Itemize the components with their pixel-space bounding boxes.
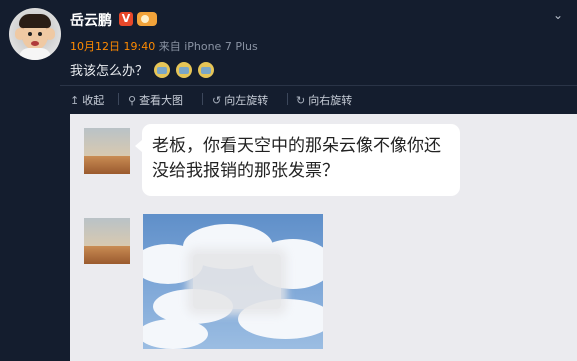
avatar-sky <box>84 128 130 156</box>
collapse-icon: ↥ <box>70 94 80 107</box>
chat-message: 老板，你看天空中的那朵云像不像你还没给我报销的那张发票？ <box>152 136 441 181</box>
avatar-eye-left <box>28 32 32 36</box>
chevron-down-icon[interactable]: ⌄ <box>553 8 563 22</box>
avatar-eye-right <box>38 32 42 36</box>
avatar[interactable] <box>9 8 61 60</box>
chat-avatar <box>84 128 130 174</box>
avatar-hair <box>19 14 51 28</box>
action-separator <box>118 93 119 105</box>
rotate-right-icon: ↻ <box>296 94 306 107</box>
post-source: 来自 iPhone 7 Plus <box>158 40 258 53</box>
username[interactable]: 岳云鹏 <box>70 10 112 30</box>
chat-bubble: 老板，你看天空中的那朵云像不像你还没给我报销的那张发票？ <box>135 124 460 196</box>
chat-avatar <box>84 218 130 264</box>
rotate-left-icon: ↺ <box>212 94 222 107</box>
rotate-right-button[interactable]: ↻ 向右旋转 <box>296 92 352 108</box>
crying-emoji-icon <box>154 62 171 78</box>
post-timestamp[interactable]: 10月12日 19:40 <box>70 40 155 53</box>
cloud-photo <box>143 214 323 349</box>
collapse-label: 收起 <box>82 94 105 107</box>
avatar-mouth <box>31 41 39 46</box>
view-large-label: 查看大图 <box>139 94 184 107</box>
post-text: 我该怎么办？ <box>70 64 149 79</box>
rotate-left-label: 向左旋转 <box>224 94 269 107</box>
member-badge-icon <box>137 12 157 26</box>
crying-emoji-icon <box>198 62 215 78</box>
collapse-button[interactable]: ↥ 收起 <box>70 92 104 108</box>
action-separator <box>287 93 288 105</box>
verified-badge: V <box>119 12 133 26</box>
avatar-sky <box>84 218 130 246</box>
rotate-left-button[interactable]: ↺ 向左旋转 <box>212 92 268 108</box>
cloud-shape <box>143 319 208 349</box>
magnifier-icon: ⚲ <box>128 94 137 107</box>
view-large-button[interactable]: ⚲ 查看大图 <box>128 92 183 108</box>
avatar-desert <box>84 245 130 264</box>
rotate-right-label: 向右旋转 <box>308 94 353 107</box>
crying-emoji-icon <box>176 62 193 78</box>
post-meta: 10月12日 19:40 来自 iPhone 7 Plus <box>70 38 258 54</box>
avatar-shirt <box>19 48 51 60</box>
avatar-desert <box>84 155 130 174</box>
receipt-shaped-cloud <box>193 254 281 309</box>
divider <box>60 85 577 86</box>
post-text-line: 我该怎么办？ <box>70 60 215 79</box>
action-separator <box>202 93 203 105</box>
